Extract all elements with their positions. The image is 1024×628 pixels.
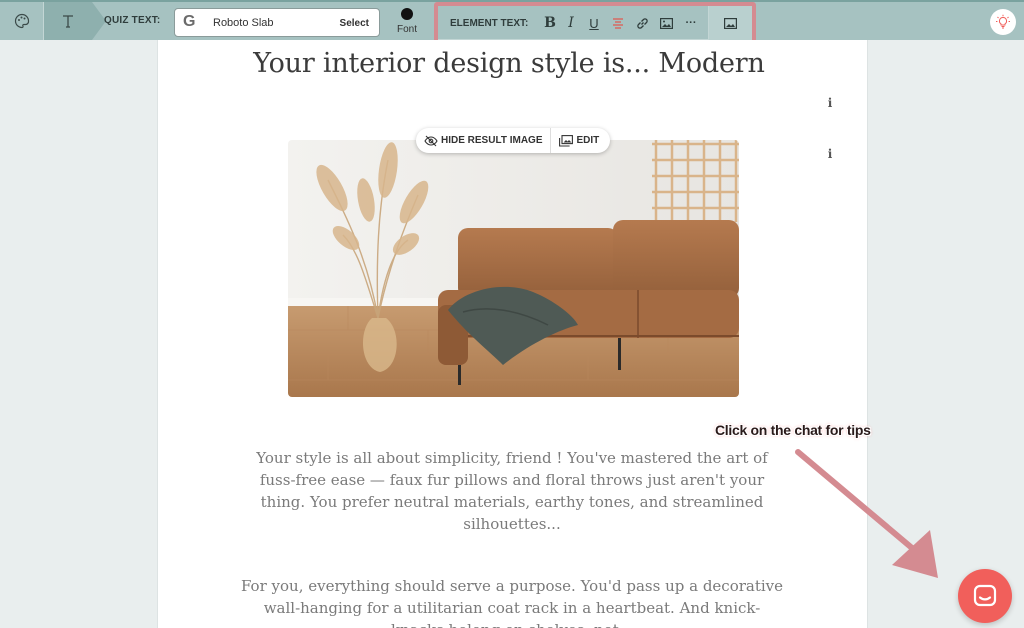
hide-result-image-button[interactable]: HIDE RESULT IMAGE (416, 128, 550, 153)
result-description-paragraph[interactable]: Your style is all about simplicity, frie… (247, 447, 777, 535)
result-description-paragraph[interactable]: For you, everything should serve a purpo… (240, 575, 784, 628)
font-color-label: Font (396, 24, 417, 35)
link-icon[interactable] (634, 12, 650, 34)
chat-icon (973, 584, 997, 607)
more-icon[interactable]: ··· (682, 12, 700, 34)
google-fonts-icon: G (183, 13, 196, 30)
edit-image-label: EDIT (576, 135, 600, 146)
element-text-row-format: ELEMENT TEXT: B I U ··· (438, 6, 752, 40)
result-image[interactable] (288, 140, 739, 397)
result-image-toolbar: HIDE RESULT IMAGE EDIT (416, 128, 610, 153)
font-selector[interactable]: G Roboto Slab Select (174, 8, 380, 37)
font-color-picker[interactable]: Font (394, 8, 420, 35)
hide-result-image-label: HIDE RESULT IMAGE (441, 135, 543, 146)
chat-launcher-button[interactable] (958, 569, 1012, 623)
align-center-icon[interactable] (610, 12, 626, 34)
font-select-button[interactable]: Select (340, 18, 369, 29)
edit-image-button[interactable]: EDIT (551, 128, 607, 153)
bold-button[interactable]: B (542, 12, 558, 34)
quiz-text-label: QUIZ TEXT: (104, 15, 161, 26)
images-icon (559, 134, 574, 147)
underline-button[interactable]: U (586, 12, 602, 34)
lightbulb-icon[interactable] (990, 9, 1016, 35)
font-name: Roboto Slab (213, 17, 274, 29)
info-icon[interactable]: i (824, 147, 836, 161)
element-text-label: ELEMENT TEXT: (450, 18, 529, 29)
palette-icon[interactable] (0, 2, 44, 40)
tip-annotation-text: Click on the chat for tips (715, 422, 871, 438)
font-color-swatch (401, 8, 413, 20)
result-title[interactable]: Your interior design style is... Modern (157, 48, 861, 79)
info-icon[interactable]: i (824, 96, 836, 110)
image-settings-icon[interactable] (708, 6, 752, 40)
image-icon[interactable] (658, 12, 674, 34)
eye-off-icon (424, 135, 438, 146)
text-icon[interactable] (44, 2, 106, 40)
italic-button[interactable]: I (563, 12, 579, 34)
